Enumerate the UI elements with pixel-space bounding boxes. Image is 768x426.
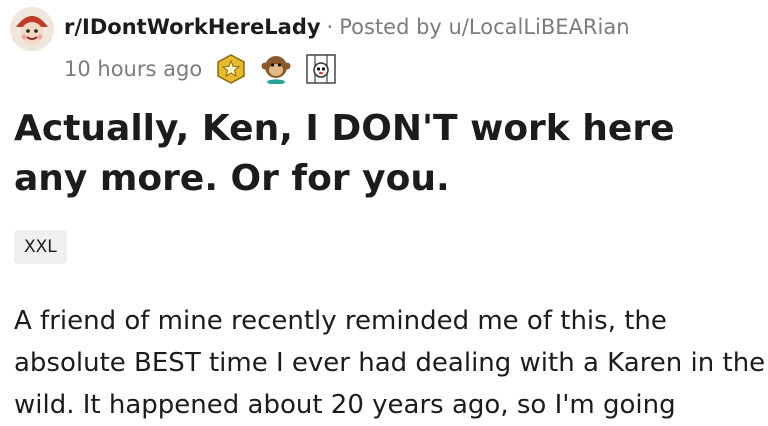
gold-star-award-icon[interactable] <box>216 54 246 84</box>
dog-award-icon[interactable] <box>306 54 336 84</box>
post-timestamp[interactable]: 10 hours ago <box>64 57 202 81</box>
post-title[interactable]: Actually, Ken, I DON'T work here any mor… <box>14 104 754 204</box>
subreddit-avatar[interactable] <box>10 7 54 51</box>
posted-by-text[interactable]: Posted by u/LocalLiBEARian <box>339 15 629 39</box>
post-body: A friend of mine recently reminded me of… <box>14 306 766 420</box>
monkey-award-icon[interactable] <box>261 54 291 85</box>
subreddit-link[interactable]: r/IDontWorkHereLady <box>64 15 321 39</box>
post-flair-badge[interactable]: XXL <box>14 230 67 264</box>
meta-separator: · <box>326 15 334 39</box>
timestamp-awards-row: 10 hours ago <box>64 52 351 86</box>
cartoon-face-icon <box>10 7 54 51</box>
post-meta: r/IDontWorkHereLady · Posted by u/LocalL… <box>64 12 630 42</box>
